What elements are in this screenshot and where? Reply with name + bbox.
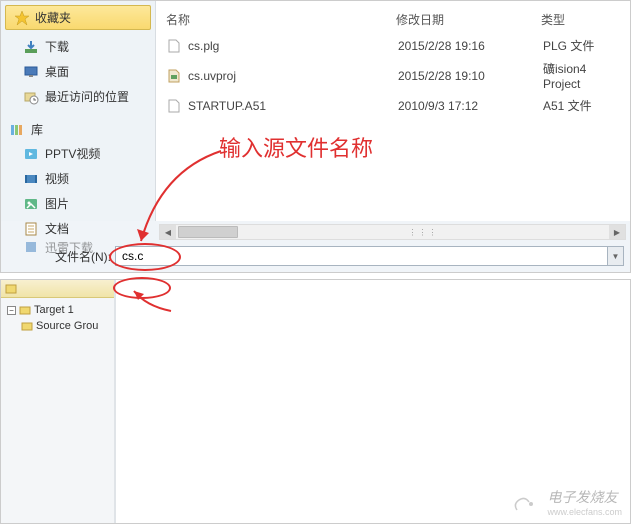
recent-icon <box>23 89 39 105</box>
tree-child-item[interactable]: Source Grou <box>3 318 112 334</box>
annotation-circle <box>113 277 171 299</box>
document-icon <box>23 221 39 237</box>
sidebar-item-pictures[interactable]: 图片 <box>1 191 155 216</box>
library-label: 库 <box>31 121 43 138</box>
tree-root-item[interactable]: − Target 1 <box>3 302 112 318</box>
file-name: cs.plg <box>188 39 398 53</box>
filename-input[interactable] <box>115 246 608 266</box>
file-dialog-panel: 收藏夹 下载 桌面 最近访问的位置 库 <box>0 0 631 273</box>
pptv-icon <box>23 146 39 162</box>
tree-item-label: Target 1 <box>34 304 74 316</box>
sidebar-item-label: 视频 <box>45 170 69 187</box>
watermark: 电子发烧友 www.elecfans.com <box>511 487 622 517</box>
library-header[interactable]: 库 <box>1 115 155 141</box>
folder-icon <box>19 304 31 316</box>
horizontal-scrollbar[interactable]: ◀ ⋮⋮⋮ ▶ <box>159 224 626 240</box>
uvproj-icon <box>166 68 182 84</box>
watermark-logo-icon <box>511 490 541 514</box>
file-date: 2010/9/3 17:12 <box>398 99 543 113</box>
file-list-header: 名称 修改日期 类型 <box>166 9 620 34</box>
file-name: STARTUP.A51 <box>188 99 398 113</box>
file-type: A51 文件 <box>543 97 620 114</box>
sidebar-item-label: 下载 <box>45 38 69 55</box>
star-icon <box>14 10 30 26</box>
column-type[interactable]: 类型 <box>541 11 620 28</box>
sidebar-item-label: PPTV视频 <box>45 145 100 162</box>
scroll-grip: ⋮⋮⋮ <box>409 228 439 237</box>
file-row[interactable]: cs.uvproj 2015/2/28 19:10 礦ision4 Projec… <box>166 57 620 94</box>
scroll-thumb[interactable] <box>178 226 238 238</box>
filename-label: 文件名(N): <box>7 248 115 265</box>
watermark-brand: 电子发烧友 <box>547 487 622 507</box>
filename-dropdown-button[interactable]: ▼ <box>608 246 624 266</box>
project-tree: − Target 1 Source Grou <box>1 280 116 523</box>
favorites-header[interactable]: 收藏夹 <box>5 5 151 30</box>
library-icon <box>9 122 25 138</box>
column-date[interactable]: 修改日期 <box>396 11 541 28</box>
column-name[interactable]: 名称 <box>166 11 396 28</box>
download-icon <box>23 39 39 55</box>
ide-panel: − Target 1 Source Grou 电子发烧友 www.elecfan… <box>0 279 631 524</box>
sidebar-item-pptv[interactable]: PPTV视频 <box>1 141 155 166</box>
file-icon <box>166 98 182 114</box>
toolbar-icon[interactable] <box>5 283 17 295</box>
sidebar-item-label: 文档 <box>45 220 69 237</box>
file-type: PLG 文件 <box>543 37 620 54</box>
sidebar-item-label: 图片 <box>45 195 69 212</box>
file-row[interactable]: STARTUP.A51 2010/9/3 17:12 A51 文件 <box>166 94 620 117</box>
file-date: 2015/2/28 19:16 <box>398 39 543 53</box>
sidebar-item-label: 最近访问的位置 <box>45 88 129 105</box>
picture-icon <box>23 196 39 212</box>
file-date: 2015/2/28 19:10 <box>398 69 543 83</box>
sidebar-item-downloads[interactable]: 下载 <box>1 34 155 59</box>
desktop-icon <box>23 64 39 80</box>
sidebar-item-recent[interactable]: 最近访问的位置 <box>1 84 155 109</box>
folder-icon <box>21 320 33 332</box>
favorites-label: 收藏夹 <box>35 9 71 26</box>
filename-row: 文件名(N): ▼ <box>1 244 630 268</box>
tree-item-label: Source Grou <box>36 320 98 332</box>
scroll-left-arrow[interactable]: ◀ <box>160 225 176 239</box>
tree-collapse-icon[interactable]: − <box>7 306 16 315</box>
watermark-url: www.elecfans.com <box>547 507 622 517</box>
file-type: 礦ision4 Project <box>543 60 620 91</box>
file-row[interactable]: cs.plg 2015/2/28 19:16 PLG 文件 <box>166 34 620 57</box>
nav-sidebar: 收藏夹 下载 桌面 最近访问的位置 库 <box>1 1 156 221</box>
tree-toolbar <box>1 280 114 298</box>
sidebar-item-documents[interactable]: 文档 <box>1 216 155 241</box>
sidebar-item-label: 桌面 <box>45 63 69 80</box>
scroll-right-arrow[interactable]: ▶ <box>609 225 625 239</box>
sidebar-item-video[interactable]: 视频 <box>1 166 155 191</box>
sidebar-item-desktop[interactable]: 桌面 <box>1 59 155 84</box>
file-list-area: 名称 修改日期 类型 cs.plg 2015/2/28 19:16 PLG 文件… <box>156 1 630 221</box>
video-icon <box>23 171 39 187</box>
file-icon <box>166 38 182 54</box>
file-name: cs.uvproj <box>188 69 398 83</box>
